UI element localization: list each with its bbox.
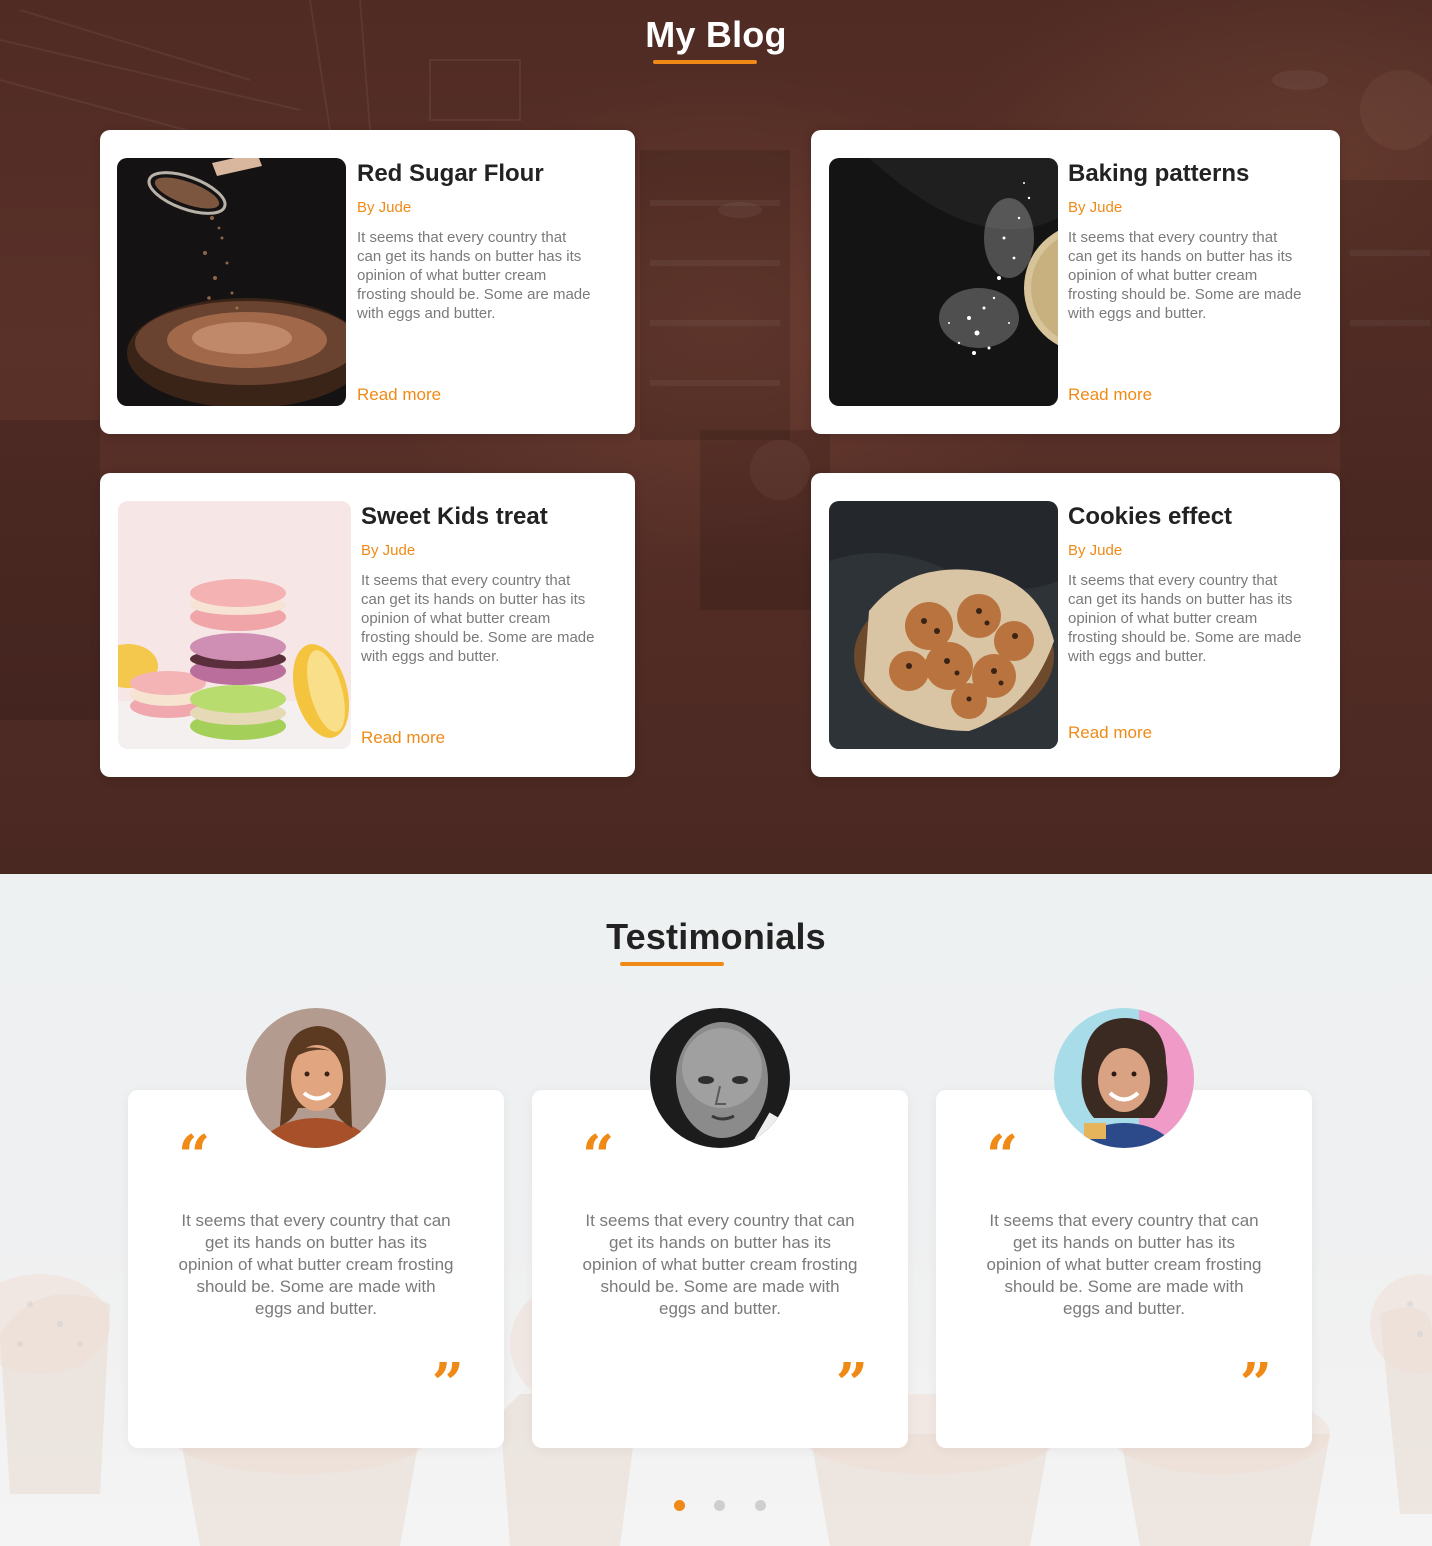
post-excerpt: It seems that every country that can get… (357, 229, 591, 322)
post-excerpt: It seems that every country that can get… (1068, 229, 1302, 322)
post-excerpt: It seems that every country that can get… (1068, 572, 1302, 665)
read-more-link[interactable]: Read more (361, 728, 445, 748)
post-title[interactable]: Sweet Kids treat (361, 501, 611, 533)
read-more-link[interactable]: Read more (1068, 723, 1152, 743)
post-author[interactable]: By Jude (1068, 541, 1318, 561)
blog-card: Baking patterns By Jude It seems that ev… (811, 130, 1340, 434)
testimonials-section: Testimonials “ It seems that every count… (0, 874, 1432, 1546)
post-title[interactable]: Red Sugar Flour (357, 158, 607, 190)
macarons-photo[interactable] (118, 501, 351, 749)
testimonial-text: It seems that every country that can get… (178, 1211, 454, 1318)
carousel-pagination (0, 1500, 1432, 1512)
read-more-link[interactable]: Read more (1068, 385, 1152, 405)
blog-card: Sweet Kids treat By Jude It seems that e… (100, 473, 635, 777)
quote-close-icon: ” (431, 1351, 464, 1417)
man-avatar-bw (650, 1008, 790, 1148)
post-author[interactable]: By Jude (361, 541, 611, 561)
post-author[interactable]: By Jude (357, 198, 607, 218)
testimonials-title-underline (620, 962, 724, 966)
blog-title-underline (653, 60, 757, 64)
flour-dust-photo[interactable] (829, 158, 1058, 406)
quote-open-icon: “ (178, 1123, 211, 1189)
pagination-dot-3[interactable] (755, 1500, 766, 1511)
blog-card: Red Sugar Flour By Jude It seems that ev… (100, 130, 635, 434)
blog-title: My Blog (645, 14, 787, 55)
testimonial-text: It seems that every country that can get… (986, 1211, 1262, 1318)
post-title[interactable]: Baking patterns (1068, 158, 1318, 190)
read-more-link[interactable]: Read more (357, 385, 441, 405)
pagination-dot-2[interactable] (714, 1500, 725, 1511)
blog-card: Cookies effect By Jude It seems that eve… (811, 473, 1340, 777)
post-title[interactable]: Cookies effect (1068, 501, 1318, 533)
woman-avatar (246, 1008, 386, 1148)
testimonials-title: Testimonials (606, 916, 826, 957)
quote-close-icon: ” (835, 1351, 868, 1417)
blog-section: My Blog Red Sugar Flour By Jude It seems… (0, 0, 1432, 874)
cake-sifting-photo[interactable] (117, 158, 346, 406)
quote-open-icon: “ (582, 1123, 615, 1189)
woman-avatar-2 (1054, 1008, 1194, 1148)
post-excerpt: It seems that every country that can get… (361, 572, 595, 665)
post-author[interactable]: By Jude (1068, 198, 1318, 218)
quote-close-icon: ” (1239, 1351, 1272, 1417)
cookies-bowl-photo[interactable] (829, 501, 1058, 749)
quote-open-icon: “ (986, 1123, 1019, 1189)
testimonial-text: It seems that every country that can get… (582, 1211, 858, 1318)
pagination-dot-1[interactable] (674, 1500, 685, 1511)
